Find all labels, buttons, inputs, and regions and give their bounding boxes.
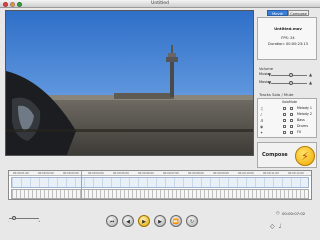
tab-compose[interactable]: Compose — [288, 10, 309, 16]
rewind-start-button[interactable]: ⏮ — [106, 215, 118, 227]
tab-movie[interactable]: Movie — [267, 10, 288, 16]
loop-icon: ↻ — [189, 219, 195, 225]
mute-column-header: Mute — [289, 100, 297, 104]
movie-duration: Duration: 00:00:23:13 — [268, 42, 308, 46]
step-forward-icon: ▶ — [158, 219, 162, 225]
mute-checkbox[interactable] — [290, 107, 293, 110]
fx-icon: ✦ — [260, 130, 264, 135]
timecode: 00:00:07:02 — [282, 211, 306, 216]
timeline-tick: 00:00:02:00 — [38, 171, 54, 175]
play-icon: ▶ — [142, 219, 146, 225]
track-name: Bass — [297, 118, 305, 122]
movie-fps: FPS: 24 — [281, 36, 295, 40]
compose-label: Compose — [262, 152, 288, 158]
side-panel: Movie Compose Untitled.mov FPS: 24 Durat… — [257, 10, 317, 168]
marker-icon[interactable]: ◇ — [270, 223, 275, 230]
fast-forward-button[interactable]: ⏩ — [170, 215, 182, 227]
track-row: ◉ Drums — [258, 124, 318, 129]
timeline-tick: 00:00:04:00 — [88, 171, 104, 175]
solo-checkbox[interactable] — [283, 107, 286, 110]
timeline-tick: 00:00:10:00 — [238, 171, 254, 175]
track-row: ♪ Melody 2 — [258, 112, 318, 117]
timeline-tick: 00:00:03:00 — [63, 171, 79, 175]
loop-button[interactable]: ↻ — [186, 215, 198, 227]
video-preview[interactable] — [5, 10, 254, 156]
track-name: FX — [297, 130, 302, 134]
solo-checkbox[interactable] — [283, 113, 286, 116]
audio-track[interactable] — [11, 189, 309, 199]
video-track[interactable] — [11, 177, 309, 188]
movie-volume-knob[interactable] — [288, 80, 293, 85]
timeline-tick: 00:00:05:00 — [113, 171, 129, 175]
solo-checkbox[interactable] — [283, 131, 286, 134]
timeline-tick: 00:00:11:00 — [263, 171, 279, 175]
speaker-high-icon: ▲ — [309, 72, 313, 77]
step-forward-button[interactable]: ▶ — [154, 215, 166, 227]
step-back-icon: ◀ — [126, 219, 130, 225]
movie-info: Untitled.mov FPS: 24 Duration: 00:00:23:… — [257, 17, 317, 60]
movie-volume-row: Movie: ▼ ▲ — [259, 80, 315, 86]
track-row: ♫ Melody 1 — [258, 106, 318, 111]
tracks-section-label: Tracks Solo / Mute — [259, 92, 294, 97]
zoom-in-icon[interactable]: + — [38, 219, 41, 223]
track-name: Melody 2 — [297, 112, 312, 116]
movie-filename: Untitled.mov — [274, 26, 302, 31]
timeline-ruler: 00:00:01:00 00:00:02:00 00:00:03:00 00:0… — [9, 171, 311, 176]
track-name: Drums — [297, 124, 308, 128]
drums-icon: ◉ — [260, 124, 264, 129]
timeline-tick: 00:00:08:00 — [188, 171, 204, 175]
tab-bar: Movie Compose — [267, 10, 309, 16]
video-frame — [6, 11, 253, 155]
solo-checkbox[interactable] — [283, 125, 286, 128]
compose-box: Compose ⚡ — [257, 142, 317, 168]
speaker-high-icon: ▲ — [309, 80, 313, 85]
bass-icon: ♬ — [260, 118, 264, 123]
track-name: Melody 1 — [297, 106, 312, 110]
mute-checkbox[interactable] — [290, 131, 293, 134]
step-back-button[interactable]: ◀ — [122, 215, 134, 227]
transport-controls: ⏮ ◀ ▶ ▶ ⏩ ↻ — [106, 215, 198, 227]
play-button[interactable]: ▶ — [138, 215, 150, 227]
title-bar: Untitled — [0, 0, 320, 8]
playhead[interactable] — [81, 171, 82, 199]
fast-forward-icon: ⏩ — [172, 219, 180, 225]
bottom-icon-group: ◇ ♩ — [270, 223, 285, 230]
instrument-icon: ♪ — [260, 112, 263, 117]
timeline-tick: 00:00:12:00 — [288, 171, 304, 175]
compose-button[interactable]: ⚡ — [295, 146, 315, 166]
tracks-list: Solo Mute ♫ Melody 1 ♪ Melody 2 ♬ Bass ◉… — [257, 98, 317, 138]
volume-section-label: Volume — [259, 66, 274, 71]
mute-checkbox[interactable] — [290, 125, 293, 128]
solo-column-header: Solo — [282, 100, 289, 104]
track-row: ✦ FX — [258, 130, 318, 135]
clock-icon: ◷ — [276, 210, 280, 215]
music-volume-knob[interactable] — [288, 72, 293, 77]
music-volume-row: Music: ▼ ▲ — [259, 72, 315, 78]
timeline-tick: 00:00:07:00 — [163, 171, 179, 175]
mute-checkbox[interactable] — [290, 119, 293, 122]
volume-icon[interactable]: ♩ — [279, 223, 282, 230]
timeline-tick: 00:00:06:00 — [138, 171, 154, 175]
timeline[interactable]: 00:00:01:00 00:00:02:00 00:00:03:00 00:0… — [8, 170, 312, 200]
instrument-icon: ♫ — [260, 106, 264, 111]
track-row: ♬ Bass — [258, 118, 318, 123]
zoom-out-icon[interactable]: – — [8, 219, 10, 223]
lightning-icon: ⚡ — [301, 150, 309, 163]
timeline-tick: 00:00:09:00 — [213, 171, 229, 175]
mute-checkbox[interactable] — [290, 113, 293, 116]
timeline-tick: 00:00:01:00 — [13, 171, 29, 175]
solo-checkbox[interactable] — [283, 119, 286, 122]
rewind-start-icon: ⏮ — [109, 219, 115, 225]
zoom-knob[interactable] — [12, 216, 16, 220]
window-title: Untitled — [151, 1, 169, 6]
